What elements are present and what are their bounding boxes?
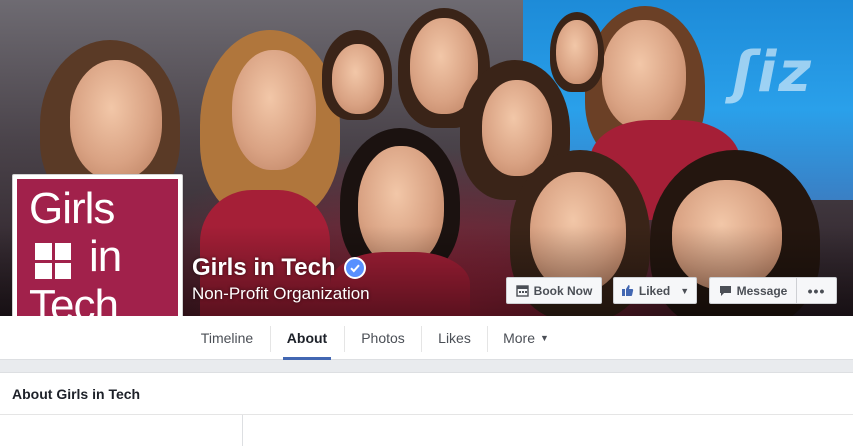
tab-label: Likes [438,330,471,346]
book-now-button[interactable]: Book Now [506,277,602,304]
nav-divider [487,326,488,352]
cover-person [232,50,316,170]
cover-screen-graphic: ʃiz [731,40,813,105]
page-nav-bar: Timeline About Photos Likes More ▼ [0,316,853,360]
chevron-down-icon: ▼ [539,333,549,343]
tab-likes[interactable]: Likes [434,316,475,360]
about-section: About Girls in Tech [0,372,853,446]
tab-photos[interactable]: Photos [357,316,409,360]
chevron-down-icon: ▼ [680,285,690,296]
tab-label: More [503,330,535,346]
cover-person [332,44,384,114]
tab-label: Photos [361,330,405,346]
tab-more[interactable]: More ▼ [500,316,552,360]
cover-person [556,20,598,84]
liked-label: Liked [638,283,671,298]
page-title[interactable]: Girls in Tech [192,254,366,282]
cover-person [482,80,552,176]
message-label: Message [736,283,788,298]
tab-label: Timeline [200,330,254,346]
nav-divider [421,326,422,352]
calendar-icon [515,285,529,297]
about-header: About Girls in Tech [0,373,853,415]
cover-person [602,20,686,130]
liked-button[interactable]: Liked ▼ [613,277,697,304]
message-button[interactable]: Message [709,277,796,304]
nav-divider [270,326,271,352]
message-icon [719,285,731,296]
about-column-divider [242,415,243,446]
cover-person [70,60,162,180]
page-name[interactable]: Girls in Tech [192,254,336,282]
nav-divider [344,326,345,352]
page-category[interactable]: Non-Profit Organization [192,284,370,304]
verified-badge-icon[interactable] [343,257,366,279]
tab-timeline[interactable]: Timeline [196,316,258,360]
logo-text-girls: Girls [29,184,115,233]
logo-grid-icon [35,243,71,279]
book-now-label: Book Now [533,283,593,298]
thumbs-up-icon [621,285,634,296]
more-dots-icon: ••• [807,282,826,299]
tab-label: About [286,330,328,346]
tab-about[interactable]: About [283,316,331,360]
more-options-button[interactable]: ••• [796,277,837,304]
logo-text-in: in [89,232,122,281]
